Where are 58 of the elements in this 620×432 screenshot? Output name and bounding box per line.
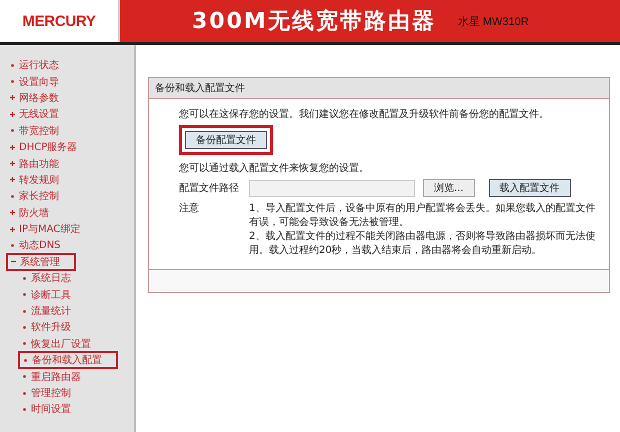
plus-icon bbox=[10, 177, 15, 182]
browse-button[interactable]: 浏览... bbox=[423, 179, 475, 197]
plus-icon bbox=[10, 95, 15, 100]
bullet-icon bbox=[22, 374, 27, 380]
panel-title: 备份和载入配置文件 bbox=[155, 82, 245, 95]
sidebar-subitem[interactable]: 流量统计 bbox=[20, 304, 73, 318]
bullet-icon bbox=[22, 406, 27, 412]
sidebar-subitem[interactable]: 时间设置 bbox=[20, 402, 73, 416]
sidebar-item[interactable]: 设置向导 bbox=[8, 74, 61, 89]
sidebar-subitem[interactable]: 重启路由器 bbox=[20, 370, 83, 384]
model-name: 水星 MW310R bbox=[458, 14, 529, 28]
sidebar-item[interactable]: 路由功能 bbox=[8, 156, 61, 171]
bullet-icon bbox=[10, 242, 15, 248]
backup-button[interactable]: 备份配置文件 bbox=[185, 131, 267, 149]
sidebar-subitem[interactable]: 管理控制 bbox=[20, 386, 73, 400]
bullet-icon bbox=[23, 358, 28, 363]
bullet-icon bbox=[22, 276, 27, 281]
sidebar-item[interactable]: DHCP服务器 bbox=[8, 140, 80, 154]
plus-icon bbox=[10, 210, 15, 216]
minus-icon bbox=[11, 259, 16, 264]
bullet-icon bbox=[22, 324, 27, 330]
bullet-icon bbox=[22, 292, 27, 298]
load-button[interactable]: 载入配置文件 bbox=[488, 179, 571, 197]
sidebar-item[interactable]: 防火墙 bbox=[8, 206, 51, 220]
bullet-icon bbox=[22, 308, 27, 314]
note-label: 注意 bbox=[179, 202, 200, 215]
sidebar-item[interactable]: 动态DNS bbox=[8, 238, 63, 252]
sidebar-item[interactable]: 系统管理 bbox=[8, 254, 74, 269]
plus-icon bbox=[10, 226, 15, 232]
sidebar-item[interactable]: 无线设置 bbox=[8, 107, 61, 122]
sidebar-item[interactable]: 带宽控制 bbox=[8, 124, 61, 138]
sidebar-subitem[interactable]: 诊断工具 bbox=[20, 288, 73, 302]
sidebar-subitem[interactable]: 软件升级 bbox=[20, 320, 73, 334]
bullet-icon bbox=[10, 128, 15, 134]
sidebar-item[interactable]: 家长控制 bbox=[8, 189, 61, 204]
backup-description: 您可以在这保存您的设置。我们建议您在修改配置及升级软件前备份您的配置文件。 bbox=[179, 108, 550, 121]
product-title: 300M无线宽带路由器 bbox=[192, 8, 436, 36]
restore-description: 您可以通过载入配置文件来恢复您的设置。 bbox=[179, 162, 370, 175]
sidebar-subitem[interactable]: 恢复出厂设置 bbox=[20, 336, 93, 351]
note-text: 2、载入配置文件的过程不能关闭路由器电源，否则将导致路由器损坏而无法使用。载入过程约20秒，当载入结束后，路由器将会自动重新启动。 bbox=[249, 230, 596, 257]
sidebar-item[interactable]: 运行状态 bbox=[8, 58, 61, 72]
plus-icon bbox=[10, 144, 15, 150]
bullet-icon bbox=[22, 341, 27, 346]
plus-icon bbox=[10, 112, 15, 117]
logo: MERCURY bbox=[22, 12, 96, 30]
bullet-icon bbox=[22, 390, 27, 396]
sidebar-item[interactable]: 网络参数 bbox=[8, 90, 61, 105]
sidebar-item[interactable]: IP与MAC绑定 bbox=[8, 222, 82, 236]
sidebar-subitem[interactable]: 系统日志 bbox=[20, 271, 73, 286]
path-field[interactable] bbox=[249, 180, 415, 196]
path-label: 配置文件路径 bbox=[179, 182, 240, 195]
plus-icon bbox=[10, 161, 15, 166]
sidebar-item[interactable]: 转发规则 bbox=[8, 172, 61, 187]
bullet-icon bbox=[10, 79, 15, 84]
note-text: 1、导入配置文件后，设备中原有的用户配置将会丢失。如果您载入的配置文件有误，可能会导致设备无法被管理。 bbox=[249, 202, 596, 229]
sidebar-subitem[interactable]: 备份和载入配置 bbox=[20, 353, 116, 368]
bullet-icon bbox=[10, 194, 15, 199]
bullet-icon bbox=[10, 62, 15, 68]
